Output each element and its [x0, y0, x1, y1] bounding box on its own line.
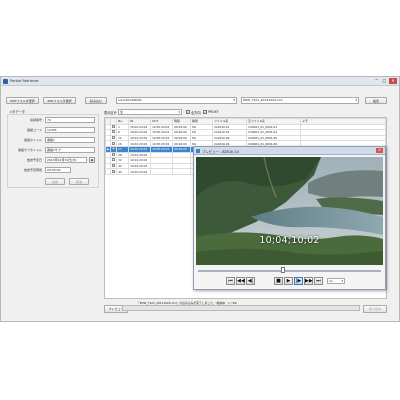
- broadcast-date-value: 2013年10月31日(木): [47, 158, 77, 162]
- cell-out: [150, 168, 174, 175]
- go-to-end-icon[interactable]: ⏭: [314, 277, 323, 285]
- preview-close-icon[interactable]: ✕: [376, 148, 383, 153]
- program-code-label: 番組コード: [26, 128, 42, 132]
- go-to-start-icon[interactable]: ⏮: [226, 277, 235, 285]
- rewind-icon[interactable]: ◀◀: [236, 277, 245, 285]
- window-title: Partial Retriever: [10, 79, 39, 83]
- program-title-field[interactable]: 番組1: [45, 137, 95, 143]
- chevron-down-icon: ▾: [233, 98, 235, 102]
- play-icon[interactable]: ▶: [284, 277, 293, 285]
- row-check-icon[interactable]: [112, 125, 116, 128]
- row-check-icon[interactable]: [112, 136, 116, 140]
- minimize-icon[interactable]: –: [373, 78, 380, 84]
- broadcast-duration-field[interactable]: 00:05:00: [45, 167, 71, 173]
- settings-button[interactable]: 設定: [365, 97, 387, 104]
- record-number-field[interactable]: 70: [45, 117, 95, 123]
- filter-select[interactable]: 全 ▾: [118, 109, 182, 115]
- xml-folder-button[interactable]: XMLフォルダ選択: [43, 97, 76, 104]
- step-forward-icon[interactable]: |▶: [294, 277, 303, 285]
- cancel-button[interactable]: 取消: [69, 178, 89, 185]
- chevron-down-icon: ▾: [355, 98, 357, 102]
- folder-path-select[interactable]: /xxx/20130630/ ▾: [116, 97, 237, 104]
- partial-retrieve-button[interactable]: 部分取得: [363, 305, 387, 313]
- filter-select-value: 全: [120, 110, 124, 114]
- file-select-value: PDW_T101_20131024.xml: [243, 98, 283, 102]
- program-code-field[interactable]: 12345: [45, 127, 95, 133]
- row-check-icon[interactable]: [112, 164, 116, 168]
- record-number-label: 収録番号: [29, 118, 42, 122]
- preview-window: プレビュー - 8Z01h-10 ✕ 10;04;10;02 ⏮ ◀◀ ◀| ■…: [193, 146, 386, 290]
- chevron-down-icon: ▾: [178, 110, 180, 114]
- row-check-icon[interactable]: [112, 130, 116, 134]
- row-check-icon[interactable]: [112, 141, 116, 145]
- program-subtitle-field[interactable]: 番組1サブ: [45, 147, 95, 153]
- video-frame: 10;04;10;02: [196, 157, 383, 265]
- proxy-label: PROXY: [208, 110, 219, 114]
- filter-label: 表示区分: [104, 111, 117, 115]
- apply-button[interactable]: 適用: [45, 178, 65, 185]
- folder-path-value: /xxx/20130630/: [118, 98, 142, 102]
- cell-duration: [172, 168, 192, 175]
- app-icon: [3, 79, 8, 84]
- row-check-icon[interactable]: [112, 152, 116, 156]
- broadcast-date-label: 放送予定日: [26, 158, 42, 162]
- cell-no: 44: [116, 168, 130, 175]
- maximize-icon[interactable]: □: [381, 78, 388, 84]
- close-icon[interactable]: ✕: [389, 78, 397, 84]
- load-button[interactable]: 読み込む: [85, 97, 107, 104]
- broadcast-duration-label: 放送予定時間: [23, 168, 42, 172]
- chevron-down-icon: ▾: [341, 279, 343, 283]
- program-title-label: 番組タイトル: [23, 138, 42, 142]
- step-back-icon[interactable]: ◀|: [246, 277, 255, 285]
- calendar-icon[interactable]: ▦: [89, 157, 95, 163]
- landscape-video-image: [196, 157, 383, 265]
- seek-thumb[interactable]: [281, 267, 285, 273]
- stop-icon[interactable]: ■: [274, 277, 283, 285]
- seek-track[interactable]: [198, 270, 381, 272]
- row-check-icon[interactable]: [112, 169, 116, 173]
- broadcast-date-picker[interactable]: 2013年10月31日(木): [45, 157, 87, 163]
- all-direction-checkbox[interactable]: ✓: [186, 110, 190, 114]
- all-direction-label: 全方向: [191, 111, 201, 115]
- preview-title: プレビュー - 8Z01h-10: [202, 149, 239, 154]
- file-select[interactable]: PDW_T101_20131024.xml ▾: [241, 97, 359, 104]
- row-check-icon[interactable]: [112, 158, 116, 162]
- row-check-icon[interactable]: [112, 147, 116, 151]
- speed-select[interactable]: 1x ▾: [327, 278, 345, 284]
- timecode-display: 10;04;10;02: [259, 235, 320, 246]
- progress-bar: [122, 305, 360, 311]
- speed-value: 1x: [329, 279, 333, 283]
- preview-app-icon: [196, 149, 200, 153]
- fast-forward-icon[interactable]: ▶▶: [304, 277, 313, 285]
- cell-in: 10:01:20:02: [128, 168, 152, 175]
- proxy-checkbox[interactable]: ✓: [203, 110, 207, 114]
- mxf-folder-button[interactable]: MXFフォルダ選択: [6, 97, 39, 104]
- program-subtitle-label: 番組サブタイトル: [17, 148, 42, 152]
- preview-title-bar: プレビュー - 8Z01h-10 ✕: [194, 147, 385, 155]
- title-bar: Partial Retriever – □ ✕: [1, 77, 399, 86]
